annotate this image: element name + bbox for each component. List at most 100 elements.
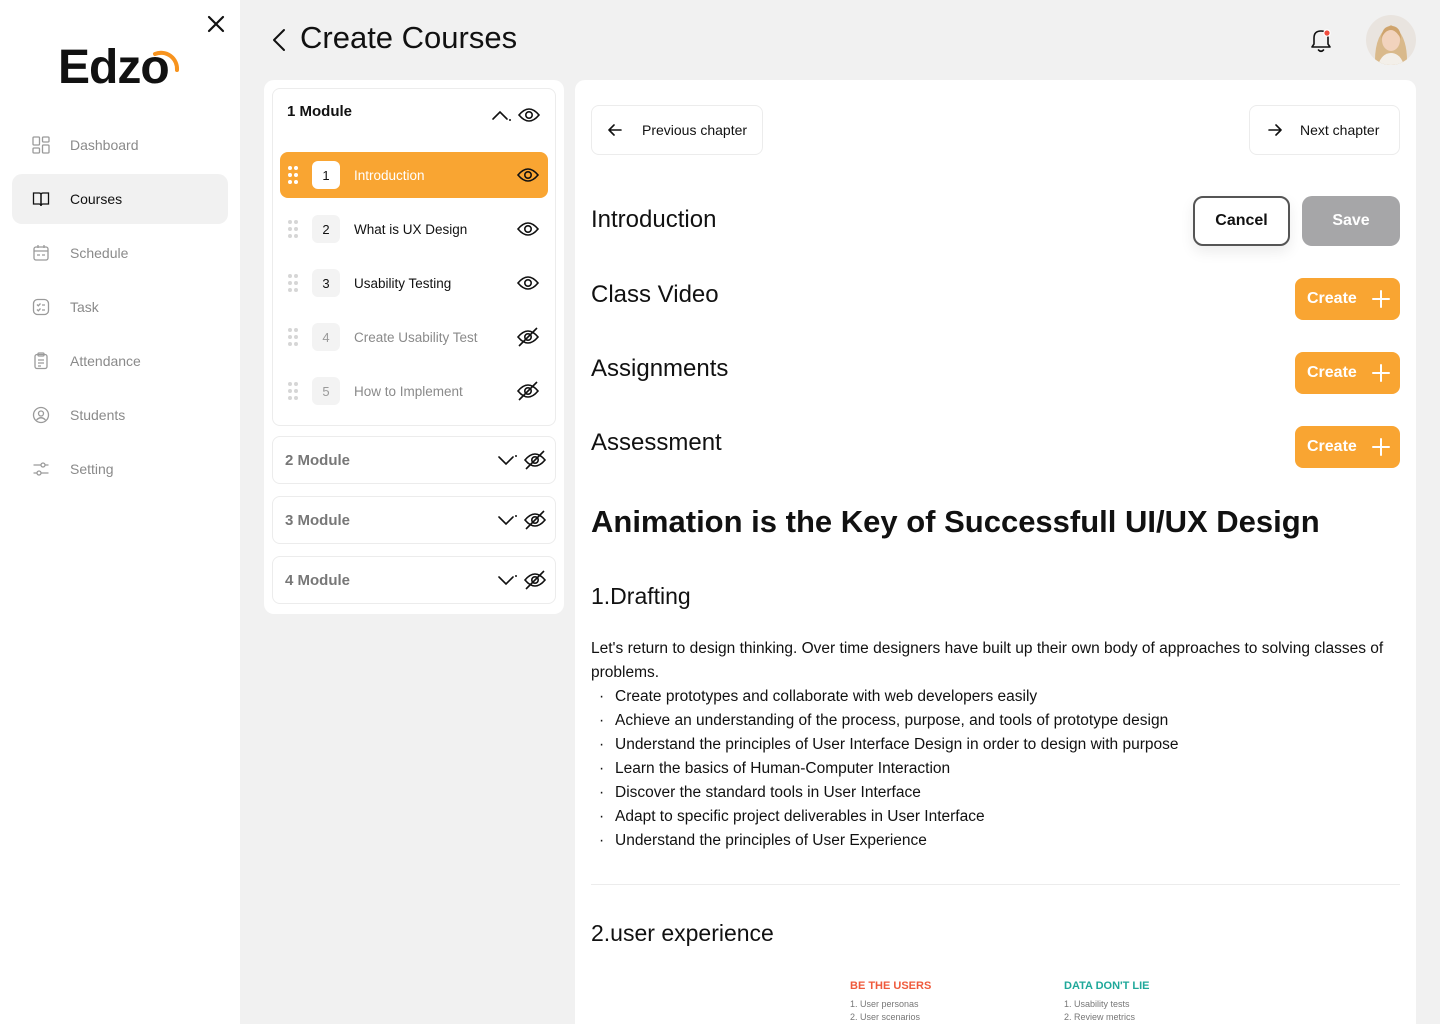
lesson-item-how-to-implement[interactable]: 5 How to Implement: [280, 368, 548, 414]
module-2[interactable]: 2 Module: [272, 436, 556, 484]
lesson-item-create-usability-test[interactable]: 4 Create Usability Test: [280, 314, 548, 360]
lesson-title: What is UX Design: [354, 221, 468, 237]
module-3[interactable]: 3 Module: [272, 496, 556, 544]
clipboard-icon: [34, 352, 48, 370]
module-title: 1 Module: [287, 103, 353, 120]
list-item: Create prototypes and collaborate with w…: [591, 685, 1178, 709]
ux-item: 2. Review metrics: [1064, 1012, 1136, 1022]
chevron-up-icon[interactable]: [489, 105, 513, 125]
sidebar-item-setting[interactable]: Setting: [12, 444, 228, 494]
module-title: 4 Module: [285, 571, 351, 589]
sidebar-item-task[interactable]: Task: [12, 282, 228, 332]
create-label: Create: [1307, 438, 1357, 455]
previous-chapter-button[interactable]: Previous chapter: [591, 105, 763, 155]
list-item: Achieve an understanding of the process,…: [591, 709, 1178, 733]
plus-icon: [1371, 438, 1390, 456]
list-item: Discover the standard tools in User Inte…: [591, 781, 1178, 805]
next-chapter-button[interactable]: Next chapter: [1249, 105, 1400, 155]
eye-icon[interactable]: [517, 103, 541, 127]
avatar[interactable]: [1366, 15, 1416, 65]
section-title-assessment: Assessment: [591, 429, 722, 456]
module-panel: 1 Module 1 Introduction 2 What is UX Des…: [264, 80, 564, 614]
lesson-title: Introduction: [354, 167, 425, 183]
task-list-icon: [32, 298, 50, 316]
chevron-down-icon[interactable]: [495, 450, 519, 470]
list-item: Understand the principles of User Interf…: [591, 733, 1178, 757]
ux-column-data-dont-lie: DATA DON'T LIE 1. Usability tests 2. Rev…: [1064, 980, 1150, 1024]
module-1: 1 Module 1 Introduction 2 What is UX Des…: [272, 88, 556, 426]
sidebar-item-dashboard[interactable]: Dashboard: [12, 120, 228, 170]
page-title: Create Courses: [300, 20, 518, 55]
section-title-assignments: Assignments: [591, 355, 729, 382]
list-item: Understand the principles of User Experi…: [591, 829, 1178, 853]
save-button[interactable]: Save: [1302, 196, 1400, 246]
sidebar-item-label: Students: [70, 407, 126, 423]
ux-item: 1. Usability tests: [1064, 999, 1130, 1009]
ux-column-items: 1. User personas 2. User scenarios: [850, 998, 931, 1024]
ux-column-heading: BE THE USERS: [850, 980, 932, 992]
sidebar-item-label: Setting: [70, 461, 114, 477]
eye-off-icon[interactable]: [523, 508, 547, 532]
arrow-right-icon: [1268, 124, 1282, 136]
create-assignments-button[interactable]: Create: [1295, 352, 1400, 394]
drag-handle-icon[interactable]: [288, 166, 298, 184]
grid-icon: [32, 136, 50, 154]
drag-handle-icon[interactable]: [288, 382, 298, 400]
lesson-title: Create Usability Test: [354, 329, 478, 345]
drag-handle-icon[interactable]: [288, 274, 298, 292]
sidebar-item-courses[interactable]: Courses: [12, 174, 228, 224]
sidebar-item-label: Task: [70, 299, 99, 315]
sidebar-item-label: Dashboard: [70, 137, 139, 153]
chevron-down-icon[interactable]: [495, 570, 519, 590]
previous-chapter-label: Previous chapter: [642, 122, 748, 138]
create-assessment-button[interactable]: Create: [1295, 426, 1400, 468]
close-icon[interactable]: [204, 12, 228, 36]
module-4[interactable]: 4 Module: [272, 556, 556, 604]
eye-off-icon[interactable]: [516, 325, 540, 349]
article-bullet-list: Create prototypes and collaborate with w…: [591, 685, 1178, 853]
lesson-item-introduction[interactable]: 1 Introduction: [280, 152, 548, 198]
eye-icon[interactable]: [516, 163, 540, 187]
eye-off-icon[interactable]: [516, 379, 540, 403]
lesson-number: 3: [312, 269, 340, 297]
chapter-title: Introduction: [591, 206, 717, 233]
lesson-item-usability-testing[interactable]: 3 Usability Testing: [280, 260, 548, 306]
article-heading-drafting: 1.Drafting: [591, 583, 691, 609]
list-item: Adapt to specific project deliverables i…: [591, 805, 1178, 829]
sliders-icon: [33, 462, 49, 476]
module-title: 3 Module: [285, 511, 351, 529]
create-label: Create: [1307, 364, 1357, 381]
drag-handle-icon[interactable]: [288, 328, 298, 346]
content-panel: Previous chapter Next chapter Introducti…: [575, 80, 1416, 1024]
chevron-down-icon[interactable]: [495, 510, 519, 530]
plus-icon: [1371, 290, 1390, 308]
lesson-number: 1: [312, 161, 340, 189]
sidebar-nav: Dashboard Courses Schedule Task Attendan…: [12, 120, 228, 498]
eye-off-icon[interactable]: [523, 568, 547, 592]
lesson-number: 2: [312, 215, 340, 243]
lesson-number: 5: [312, 377, 340, 405]
eye-icon[interactable]: [516, 271, 540, 295]
lesson-item-what-is-ux-design[interactable]: 2 What is UX Design: [280, 206, 548, 252]
ux-item: 2. User scenarios: [850, 1012, 921, 1022]
create-class-video-button[interactable]: Create: [1295, 278, 1400, 320]
divider: [591, 884, 1400, 885]
sidebar-item-students[interactable]: Students: [12, 390, 228, 440]
bell-icon[interactable]: [1308, 26, 1334, 54]
sidebar-item-attendance[interactable]: Attendance: [12, 336, 228, 386]
ux-column-be-the-users: BE THE USERS 1. User personas 2. User sc…: [850, 980, 931, 1024]
article-paragraph: Let's return to design thinking. Over ti…: [591, 640, 1384, 681]
sidebar-item-schedule[interactable]: Schedule: [12, 228, 228, 278]
lesson-title: Usability Testing: [354, 275, 452, 291]
lesson-number: 4: [312, 323, 340, 351]
eye-icon[interactable]: [516, 217, 540, 241]
sidebar-item-label: Schedule: [70, 245, 129, 261]
back-arrow-icon[interactable]: [268, 26, 292, 54]
cancel-button[interactable]: Cancel: [1193, 196, 1290, 246]
drag-handle-icon[interactable]: [288, 220, 298, 238]
eye-off-icon[interactable]: [523, 448, 547, 472]
ux-item: 1. User personas: [850, 999, 919, 1009]
sidebar-item-label: Courses: [70, 191, 123, 207]
article-title: Animation is the Key of Successfull UI/U…: [591, 504, 1320, 539]
ux-column-heading: DATA DON'T LIE: [1064, 980, 1150, 992]
